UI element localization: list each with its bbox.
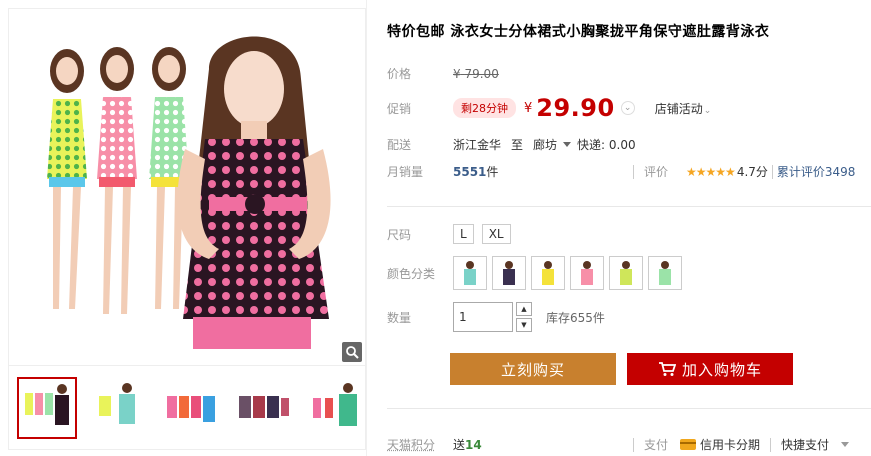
countdown-badge: 剩28分钟 (453, 98, 516, 118)
divider (770, 437, 772, 452)
quantity-input[interactable] (453, 302, 513, 332)
thumbnail[interactable] (233, 376, 293, 439)
sales-unit: 件 (486, 165, 499, 179)
color-swatch-navy[interactable] (492, 256, 526, 290)
main-product-image[interactable] (8, 8, 366, 366)
divider (633, 164, 634, 179)
credit-card-icon (680, 439, 697, 450)
caret-down-icon[interactable] (841, 442, 850, 447)
divider (633, 437, 634, 452)
rating-stars: ★★★★★ (686, 164, 736, 179)
color-swatch-yellow[interactable] (531, 256, 565, 290)
store-activity-dropdown[interactable]: 店铺活动⌄ (655, 100, 712, 117)
sales-count: 5551 (453, 164, 487, 179)
ship-to-selector[interactable]: 廊坊 (533, 136, 557, 153)
chevron-down-icon[interactable]: ⌄ (620, 101, 635, 115)
color-swatch-mint[interactable] (453, 256, 487, 290)
size-label: 尺码 (387, 227, 412, 242)
section-divider (387, 206, 871, 207)
express-fee: 快递: 0.00 (577, 138, 636, 152)
original-price: ¥ 79.00 (453, 66, 499, 81)
color-swatch-green[interactable] (648, 256, 682, 290)
thumbnail[interactable] (89, 376, 149, 439)
payment-row: 支付 信用卡分期 快捷支付 (633, 436, 855, 453)
to-word: 至 (511, 138, 524, 152)
points-prefix: 送 (453, 438, 466, 452)
points-label[interactable]: 天猫积分 (387, 436, 453, 453)
color-label: 颜色分类 (387, 266, 436, 281)
increment-button[interactable]: ▲ (516, 302, 532, 316)
color-row: 颜色分类 (387, 256, 687, 290)
promo-row: 促销 剩28分钟 ¥ 29.90 ⌄ 店铺活动⌄ (387, 94, 711, 122)
add-to-cart-button[interactable]: 加入购物车 (627, 353, 793, 385)
rating-block: 评价 ★★★★★ 4.7分 累计评价3498 (633, 163, 855, 180)
promo-label: 促销 (387, 101, 412, 116)
chevron-down-icon: ⌄ (703, 105, 712, 116)
points-value: 14 (465, 437, 482, 452)
points-row: 天猫积分 送 14 (387, 436, 482, 453)
color-swatch-pink[interactable] (570, 256, 604, 290)
stock-count: 库存655件 (546, 310, 605, 325)
pay-label: 支付 (644, 438, 669, 452)
delivery-label: 配送 (387, 138, 412, 152)
sales-row: 月销量 5551 件 (387, 163, 498, 180)
add-to-cart-label: 加入购物车 (681, 361, 762, 379)
thumbnail[interactable] (17, 376, 77, 439)
divider (771, 164, 773, 179)
cart-icon (658, 362, 676, 376)
ship-from: 浙江金华 (453, 138, 502, 152)
total-reviews-link[interactable]: 累计评价3498 (777, 163, 856, 180)
product-photo (47, 36, 331, 349)
quantity-stepper: ▲ ▼ (516, 302, 532, 332)
caret-down-icon[interactable] (563, 142, 572, 147)
decrement-button[interactable]: ▼ (516, 318, 532, 332)
sales-label: 月销量 (387, 165, 424, 179)
product-title: 特价包邮 泳衣女士分体裙式小胸聚拢平角保守遮肚露背泳衣 (387, 24, 770, 40)
quick-pay[interactable]: 快捷支付 (781, 436, 829, 453)
rating-score: 4.7分 (736, 165, 768, 179)
buy-now-button[interactable]: 立刻购买 (450, 353, 616, 385)
delivery-row: 配送 浙江金华 至 廊坊 快递: 0.00 (387, 136, 636, 153)
magnifier-icon[interactable] (342, 342, 362, 362)
promo-price: 29.90 (536, 94, 615, 122)
thumbnail-strip (8, 366, 366, 450)
size-option-l[interactable]: L (453, 224, 474, 244)
credit-installment[interactable]: 信用卡分期 (700, 436, 760, 453)
section-divider (387, 408, 871, 409)
size-row: 尺码 L XL (387, 224, 519, 244)
quantity-label: 数量 (387, 310, 412, 325)
price-row: 价格 ¥ 79.00 (387, 65, 499, 82)
color-swatch-lime[interactable] (609, 256, 643, 290)
thumbnail[interactable] (305, 376, 365, 439)
thumbnail[interactable] (161, 376, 221, 439)
buy-now-label: 立刻购买 (500, 361, 565, 379)
size-option-xl[interactable]: XL (481, 224, 511, 244)
quantity-row: 数量 ▲ ▼ 库存655件 (387, 302, 605, 332)
gallery-divider (366, 0, 367, 456)
price-label: 价格 (387, 67, 412, 81)
currency-symbol: ¥ (524, 100, 533, 116)
rating-label: 评价 (644, 165, 669, 179)
